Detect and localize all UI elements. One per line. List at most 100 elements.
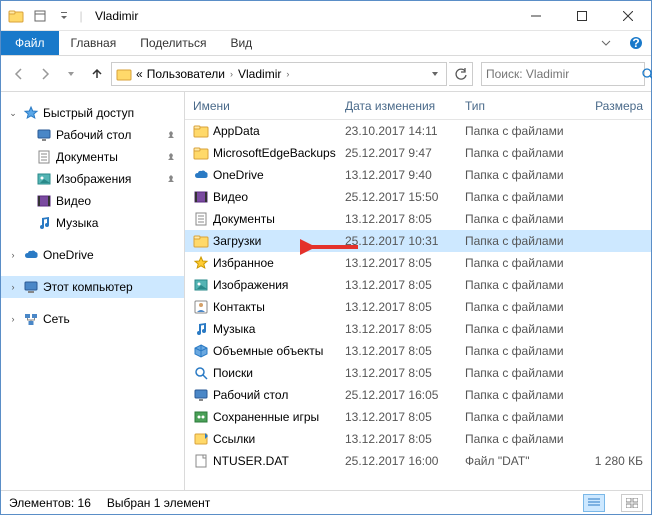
table-row[interactable]: MicrosoftEdgeBackups25.12.2017 9:47Папка…: [185, 142, 651, 164]
ribbon-tab-share[interactable]: Поделиться: [128, 31, 218, 55]
breadcrumb-item[interactable]: Vladimir: [236, 67, 283, 81]
table-row[interactable]: Объемные объекты13.12.2017 8:05Папка с ф…: [185, 340, 651, 362]
recent-dropdown-icon[interactable]: [59, 62, 83, 86]
maximize-button[interactable]: [559, 1, 605, 31]
pin-icon: [166, 152, 176, 162]
nav-bar: « Пользователи › Vladimir ›: [1, 56, 651, 92]
cell-name: Ссылки: [213, 432, 345, 446]
file-tab[interactable]: Файл: [1, 31, 59, 55]
forward-button[interactable]: [33, 62, 57, 86]
table-row[interactable]: Документы13.12.2017 8:05Папка с файлами: [185, 208, 651, 230]
cell-date: 13.12.2017 8:05: [345, 256, 465, 270]
label: OneDrive: [43, 248, 94, 262]
table-row[interactable]: Загрузки25.12.2017 10:31Папка с файлами: [185, 230, 651, 252]
navigation-pane: ⌄ Быстрый доступ Рабочий столДокументыИз…: [1, 92, 185, 490]
qat-dropdown-icon[interactable]: [53, 5, 75, 27]
chevron-right-icon[interactable]: ›: [283, 69, 292, 79]
breadcrumb-prefix[interactable]: «: [134, 67, 145, 81]
nav-quick-item[interactable]: Рабочий стол: [1, 124, 184, 146]
label: Этот компьютер: [43, 280, 133, 294]
cell-date: 23.10.2017 14:11: [345, 124, 465, 138]
file-icon: [193, 453, 213, 469]
nav-quick-item[interactable]: Видео: [1, 190, 184, 212]
back-button[interactable]: [7, 62, 31, 86]
table-row[interactable]: OneDrive13.12.2017 9:40Папка с файлами: [185, 164, 651, 186]
ribbon-expand-icon[interactable]: [591, 31, 621, 55]
cell-date: 25.12.2017 9:47: [345, 146, 465, 160]
cell-size: 1 280 КБ: [577, 454, 643, 468]
nav-onedrive[interactable]: › OneDrive: [1, 244, 184, 266]
cell-type: Папка с файлами: [465, 366, 577, 380]
saved-icon: [193, 409, 213, 425]
search-icon[interactable]: [641, 67, 652, 81]
address-bar[interactable]: « Пользователи › Vladimir ›: [111, 62, 447, 86]
view-details-button[interactable]: [583, 494, 605, 512]
column-date[interactable]: Дата изменения: [345, 99, 465, 113]
folder-icon: [193, 123, 213, 139]
view-icons-button[interactable]: [621, 494, 643, 512]
close-button[interactable]: [605, 1, 651, 31]
search-input[interactable]: [486, 67, 641, 81]
documents-icon: [35, 149, 53, 165]
refresh-button[interactable]: [449, 62, 473, 86]
table-row[interactable]: AppData23.10.2017 14:11Папка с файлами: [185, 120, 651, 142]
table-row[interactable]: Сохраненные игры13.12.2017 8:05Папка с ф…: [185, 406, 651, 428]
videos-icon: [35, 193, 53, 209]
status-selection: Выбран 1 элемент: [107, 496, 210, 510]
table-row[interactable]: Контакты13.12.2017 8:05Папка с файлами: [185, 296, 651, 318]
table-row[interactable]: Поиски13.12.2017 8:05Папка с файлами: [185, 362, 651, 384]
status-count: Элементов: 16: [9, 496, 91, 510]
cell-date: 13.12.2017 8:05: [345, 366, 465, 380]
cell-date: 25.12.2017 16:00: [345, 454, 465, 468]
cell-type: Папка с файлами: [465, 190, 577, 204]
column-type[interactable]: Тип: [465, 99, 577, 113]
favorites-icon: [193, 255, 213, 271]
column-name[interactable]: Имени: [193, 99, 345, 113]
chevron-right-icon[interactable]: ›: [7, 314, 19, 324]
help-icon[interactable]: ?: [621, 31, 651, 55]
titlebar: | Vladimir: [1, 1, 651, 31]
pin-icon: [166, 174, 176, 184]
folder-icon: [193, 233, 213, 249]
nav-network[interactable]: › Сеть: [1, 308, 184, 330]
network-icon: [22, 311, 40, 327]
nav-quick-item[interactable]: Документы: [1, 146, 184, 168]
minimize-button[interactable]: [513, 1, 559, 31]
properties-icon[interactable]: [29, 5, 51, 27]
table-row[interactable]: NTUSER.DAT25.12.2017 16:00Файл "DAT"1 28…: [185, 450, 651, 472]
table-row[interactable]: Ссылки13.12.2017 8:05Папка с файлами: [185, 428, 651, 450]
links-icon: [193, 431, 213, 447]
nav-this-pc[interactable]: › Этот компьютер: [1, 276, 184, 298]
pictures-icon: [193, 277, 213, 293]
chevron-down-icon[interactable]: ⌄: [7, 108, 19, 119]
label: Видео: [56, 194, 91, 208]
folder-icon: [193, 145, 213, 161]
cell-type: Файл "DAT": [465, 454, 577, 468]
ribbon-tab-home[interactable]: Главная: [59, 31, 129, 55]
cell-date: 13.12.2017 8:05: [345, 300, 465, 314]
nav-quick-access[interactable]: ⌄ Быстрый доступ: [1, 102, 184, 124]
column-size[interactable]: Размера: [577, 99, 643, 113]
chevron-right-icon[interactable]: ›: [7, 282, 19, 292]
documents-icon: [193, 211, 213, 227]
chevron-right-icon[interactable]: ›: [7, 250, 19, 260]
table-row[interactable]: Видео25.12.2017 15:50Папка с файлами: [185, 186, 651, 208]
table-row[interactable]: Музыка13.12.2017 8:05Папка с файлами: [185, 318, 651, 340]
cell-date: 13.12.2017 8:05: [345, 278, 465, 292]
table-row[interactable]: Избранное13.12.2017 8:05Папка с файлами: [185, 252, 651, 274]
ribbon-tab-view[interactable]: Вид: [218, 31, 264, 55]
chevron-right-icon[interactable]: ›: [227, 69, 236, 79]
table-row[interactable]: Изображения13.12.2017 8:05Папка с файлам…: [185, 274, 651, 296]
breadcrumb-item[interactable]: Пользователи: [145, 67, 227, 81]
address-dropdown-icon[interactable]: [426, 69, 444, 79]
search-box[interactable]: [481, 62, 645, 86]
up-button[interactable]: [85, 62, 109, 86]
nav-quick-item[interactable]: Музыка: [1, 212, 184, 234]
quick-access-toolbar: |: [1, 5, 89, 27]
cell-date: 13.12.2017 8:05: [345, 344, 465, 358]
cloud-icon: [22, 247, 40, 263]
nav-quick-item[interactable]: Изображения: [1, 168, 184, 190]
table-row[interactable]: Рабочий стол25.12.2017 16:05Папка с файл…: [185, 384, 651, 406]
cell-name: Поиски: [213, 366, 345, 380]
cell-name: Видео: [213, 190, 345, 204]
